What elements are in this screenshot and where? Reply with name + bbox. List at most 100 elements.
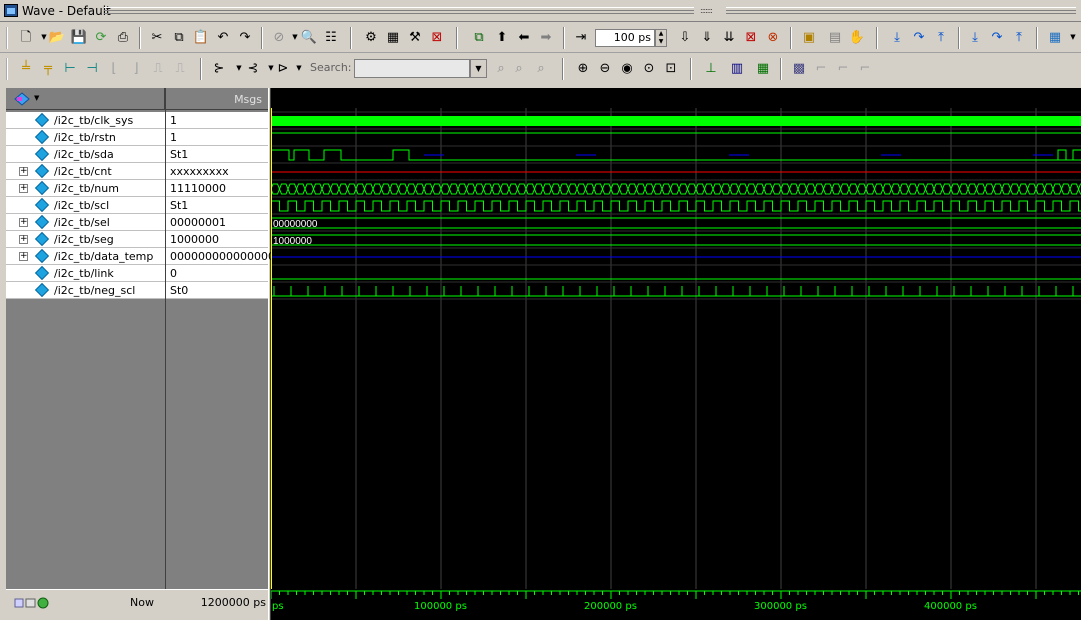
step-into-icon[interactable]: ⧉	[470, 28, 488, 46]
titlebar-dock-handle[interactable]: :::::::	[700, 6, 713, 15]
run-all-icon[interactable]: ⇊	[720, 28, 738, 46]
signal-value-cell[interactable]: 11110000	[166, 180, 268, 197]
signal-row-neg-scl[interactable]: /i2c_tb/neg_scl St0	[6, 282, 268, 299]
search-forward-icon[interactable]: ⌕	[492, 59, 510, 77]
signal-value-cell[interactable]: 00000001	[166, 214, 268, 231]
layout-icon[interactable]: ▦	[1046, 28, 1064, 46]
copy-icon[interactable]: ⧉	[170, 28, 188, 46]
find-next-edge-icon[interactable]: ⌋	[127, 59, 145, 77]
signal-row-scl[interactable]: /i2c_tb/scl St1	[6, 197, 268, 214]
up-arrow-icon[interactable]: ⬆	[493, 28, 511, 46]
signal-name-cell[interactable]: /i2c_tb/sda	[6, 146, 165, 163]
zoom-out-icon[interactable]: ⊖	[596, 59, 614, 77]
signal-name-cell[interactable]: + /i2c_tb/num	[6, 180, 165, 197]
signal-row-sda[interactable]: /i2c_tb/sda St1	[6, 146, 268, 163]
select-mode-icon[interactable]: ▥	[728, 59, 746, 77]
zoom-full-icon[interactable]: ◉	[618, 59, 636, 77]
expand-icon[interactable]: +	[19, 252, 28, 261]
invert-edge-icon[interactable]: ⌐	[834, 59, 852, 77]
find-rising-edge-icon[interactable]: ⎍	[171, 59, 189, 77]
waveform-canvas[interactable]: 00000000 1000000	[271, 108, 1081, 589]
compile-all-icon[interactable]: ▦	[384, 28, 402, 46]
run-length-field[interactable]: 100 ps	[595, 29, 655, 47]
step-into-current-icon[interactable]: ⤓	[966, 28, 984, 46]
reload-icon[interactable]: ⟳	[92, 28, 110, 46]
signal-row-link[interactable]: /i2c_tb/link 0	[6, 265, 268, 282]
print-icon[interactable]: ⎙	[114, 28, 132, 46]
insert-cursor-icon[interactable]: ╧	[17, 59, 35, 77]
time-axis[interactable]: ps 100000 ps 200000 ps 300000 ps 400000 …	[271, 589, 1081, 620]
zoom-area-icon[interactable]: ⊡	[662, 59, 680, 77]
wave-collapse-icon[interactable]: ⊰	[244, 59, 262, 77]
collapse-all-icon[interactable]: ☷	[322, 28, 340, 46]
step-out-icon[interactable]: ⤒	[932, 28, 950, 46]
signal-name-cell[interactable]: /i2c_tb/clk_sys	[6, 112, 165, 129]
previous-cursor-icon[interactable]: ⊢	[61, 59, 79, 77]
search-dropdown-icon[interactable]: ▼	[470, 59, 487, 78]
compile-icon[interactable]: ⚙	[362, 28, 380, 46]
signal-row-data-temp[interactable]: + /i2c_tb/data_temp 0000000000000000	[6, 248, 282, 265]
simulate-icon[interactable]: ⚒	[406, 28, 424, 46]
step-icon[interactable]: ⤓	[888, 28, 906, 46]
signal-name-cell[interactable]: + /i2c_tb/seg	[6, 231, 165, 248]
signal-value-cell[interactable]: St0	[166, 282, 268, 299]
step-over-current-icon[interactable]: ↷	[988, 28, 1006, 46]
signal-row-cnt[interactable]: + /i2c_tb/cnt xxxxxxxxx	[6, 163, 268, 180]
find-icon[interactable]: 🔍	[300, 28, 318, 46]
left-arrow-icon[interactable]: ⬅	[515, 28, 533, 46]
signal-value-cell[interactable]: 1	[166, 129, 268, 146]
open-folder-icon[interactable]: 📂	[48, 28, 66, 46]
zoom-in-icon[interactable]: ⊕	[574, 59, 592, 77]
signal-name-cell[interactable]: + /i2c_tb/data_temp	[6, 248, 165, 265]
insert-edge-icon[interactable]: ⌐	[812, 59, 830, 77]
cut-icon[interactable]: ✂	[148, 28, 166, 46]
undo-icon[interactable]: ↶	[214, 28, 232, 46]
redo-icon[interactable]: ↷	[236, 28, 254, 46]
expand-icon[interactable]: +	[19, 184, 28, 193]
zoom-cursor-icon[interactable]: ⊙	[640, 59, 658, 77]
combine-dropdown-icon[interactable]: ▼	[290, 59, 308, 77]
wave-add-icon[interactable]: ▣	[800, 28, 818, 46]
signal-value-cell[interactable]: xxxxxxxxx	[166, 163, 268, 180]
expand-icon[interactable]: +	[19, 235, 28, 244]
cursor-mode-icon[interactable]: ⊥	[702, 59, 720, 77]
expand-icon[interactable]: +	[19, 218, 28, 227]
signal-row-sel[interactable]: + /i2c_tb/sel 00000001	[6, 214, 268, 231]
hand-icon[interactable]: ✋	[848, 28, 866, 46]
restart-icon[interactable]: ⊗	[764, 28, 782, 46]
find-falling-edge-icon[interactable]: ⎍	[149, 59, 167, 77]
zoom-mode-icon[interactable]: ▦	[754, 59, 772, 77]
stop-icon[interactable]: ⊠	[742, 28, 760, 46]
toolbar-handle[interactable]	[6, 58, 10, 80]
signal-value-cell[interactable]: 1000000	[166, 231, 268, 248]
step-out-current-icon[interactable]: ⤒	[1010, 28, 1028, 46]
step-over-icon[interactable]: ↷	[910, 28, 928, 46]
run-length-spinner[interactable]: ▲ ▼	[655, 29, 667, 47]
dataflow-icon[interactable]: ▤	[826, 28, 844, 46]
stretch-edge-icon[interactable]: ⌐	[856, 59, 874, 77]
new-file-icon[interactable]: 🗋	[17, 28, 35, 46]
next-cursor-icon[interactable]: ⊣	[83, 59, 101, 77]
signal-row-clk-sys[interactable]: /i2c_tb/clk_sys 1	[6, 112, 268, 129]
search-input[interactable]	[354, 59, 470, 78]
right-arrow-icon[interactable]: ➡	[537, 28, 555, 46]
wave-expand-icon[interactable]: ⊱	[210, 59, 228, 77]
expand-icon[interactable]: +	[19, 167, 28, 176]
signal-name-cell[interactable]: /i2c_tb/rstn	[6, 129, 165, 146]
signal-value-cell[interactable]: 0	[166, 265, 268, 282]
paste-icon[interactable]: 📋	[192, 28, 210, 46]
run-icon[interactable]: ⇩	[676, 28, 694, 46]
signal-list-icon[interactable]	[14, 92, 30, 106]
signal-name-cell[interactable]: /i2c_tb/neg_scl	[6, 282, 165, 299]
signal-name-cell[interactable]: + /i2c_tb/sel	[6, 214, 165, 231]
break-simulation-icon[interactable]: ⊠	[428, 28, 446, 46]
search-backward-icon[interactable]: ⌕	[510, 59, 528, 77]
signal-value-cell[interactable]: St1	[166, 146, 268, 163]
delete-cursor-icon[interactable]: ╤	[39, 59, 57, 77]
search-options-icon[interactable]: ⌕	[532, 59, 550, 77]
edit-mode-icon[interactable]: ▩	[790, 59, 808, 77]
signal-value-cell[interactable]: St1	[166, 197, 268, 214]
find-previous-edge-icon[interactable]: ⌊	[105, 59, 123, 77]
signal-value-cell[interactable]: 1	[166, 112, 268, 129]
layout-dropdown-icon[interactable]: ▼	[1064, 28, 1081, 46]
